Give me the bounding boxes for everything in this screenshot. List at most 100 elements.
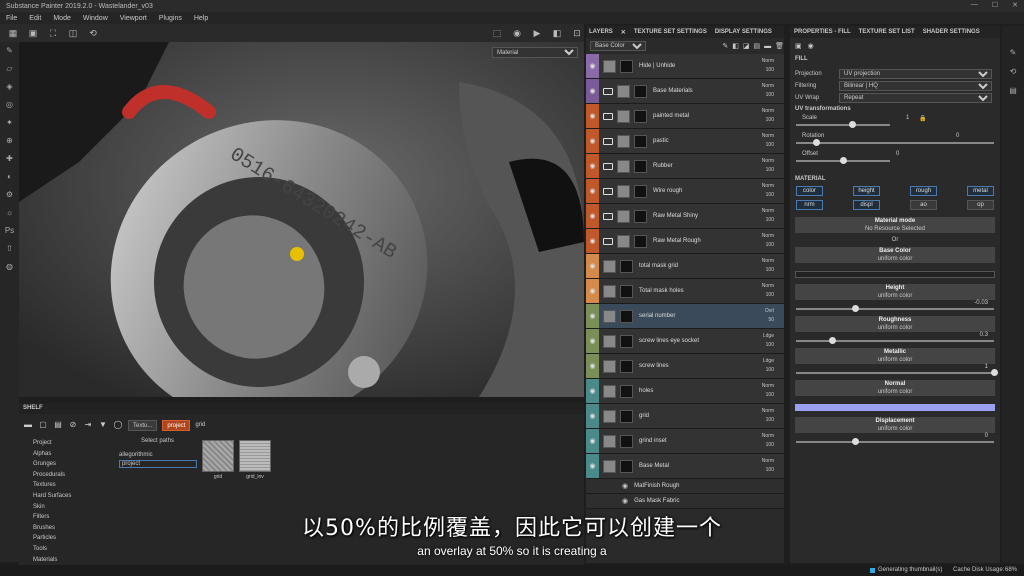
visibility-eye-icon[interactable]: ◉: [589, 62, 595, 70]
close-window-icon[interactable]: ✕: [1012, 1, 1018, 9]
plugin-icon[interactable]: ◍: [5, 262, 15, 272]
smudge-icon[interactable]: ✦: [5, 118, 15, 128]
channel-header[interactable]: Base Color uniform color: [795, 247, 995, 263]
visibility-eye-icon[interactable]: ◉: [589, 312, 595, 320]
tab-layers[interactable]: LAYERS: [589, 29, 613, 35]
shelf-cat-alphas[interactable]: Alphas: [29, 449, 99, 460]
mat-nrm-button[interactable]: nrm: [796, 200, 823, 210]
visibility-eye-icon[interactable]: ◉: [589, 87, 595, 95]
layer-blend[interactable]: Norm 100: [762, 207, 774, 225]
add-mask-icon[interactable]: ◧: [732, 42, 739, 50]
effect-eye-icon[interactable]: ◉: [622, 482, 628, 490]
layer-row[interactable]: ◉ Base Materials Norm 100: [586, 79, 784, 104]
visibility-eye-icon[interactable]: ◉: [589, 187, 595, 195]
folder-icon[interactable]: ▬: [23, 420, 33, 430]
add-layer-icon[interactable]: ▤: [753, 42, 760, 50]
visibility-eye-icon[interactable]: ◉: [589, 137, 595, 145]
layer-row[interactable]: ◉ serial number Ovrl 50: [586, 304, 784, 329]
shelf-thumb-grid-inv[interactable]: grid_inv: [239, 440, 271, 480]
channel-header[interactable]: Roughness uniform color: [795, 316, 995, 332]
projection-select[interactable]: UV projection: [839, 69, 992, 79]
close-icon[interactable]: ✕: [621, 29, 626, 36]
maximize-icon[interactable]: ☐: [992, 1, 998, 9]
layer-blend[interactable]: Norm 100: [762, 382, 774, 400]
new-icon[interactable]: ▢: [38, 420, 48, 430]
base-color-swatch[interactable]: [795, 271, 995, 278]
filter-icon[interactable]: ▼: [98, 420, 108, 430]
properties-icon[interactable]: ▣: [795, 42, 802, 50]
visibility-eye-icon[interactable]: ◉: [589, 212, 595, 220]
layer-row[interactable]: ◉ Total mask holes Norm 100: [586, 279, 784, 304]
channel-header[interactable]: Height uniform color: [795, 284, 995, 300]
visibility-eye-icon[interactable]: ◉: [589, 412, 595, 420]
shelf-cat-project[interactable]: Project: [29, 438, 99, 449]
geometry-icon[interactable]: ◎: [5, 100, 15, 110]
layer-row[interactable]: ◉ Hide | Unhide Norm 100: [586, 54, 784, 79]
screenshot-icon[interactable]: ⊡: [570, 26, 584, 40]
display-icon[interactable]: ☼: [5, 208, 15, 218]
tab-shader-settings[interactable]: SHADER SETTINGS: [923, 29, 980, 35]
grid-icon[interactable]: ▦: [6, 26, 20, 40]
layer-blend[interactable]: Norm 100: [762, 457, 774, 475]
shelf-search-text[interactable]: grid: [195, 422, 205, 428]
visibility-eye-icon[interactable]: ◉: [589, 287, 595, 295]
menu-help[interactable]: Help: [194, 15, 208, 22]
add-effect-icon[interactable]: ✎: [722, 42, 728, 50]
paint-brush-icon[interactable]: ✎: [5, 46, 15, 56]
visibility-eye-icon[interactable]: ◉: [589, 387, 595, 395]
shelf-cat-grunges[interactable]: Grunges: [29, 459, 99, 470]
path-project[interactable]: project: [119, 460, 197, 468]
log-icon[interactable]: ▤: [1009, 86, 1017, 95]
camera-icon[interactable]: ◉: [510, 26, 524, 40]
select-icon[interactable]: ⬚: [490, 26, 504, 40]
layer-blend[interactable]: Norm 100: [762, 282, 774, 300]
tab-texture-set-settings[interactable]: TEXTURE SET SETTINGS: [634, 29, 707, 35]
visibility-eye-icon[interactable]: ◉: [589, 237, 595, 245]
normal-color-swatch[interactable]: [795, 404, 995, 411]
layer-blend[interactable]: Norm 100: [762, 157, 774, 175]
render-icon[interactable]: ◧: [550, 26, 564, 40]
bake-icon[interactable]: ◐: [5, 172, 15, 182]
lock-icon[interactable]: 🔒: [919, 115, 926, 122]
database-icon[interactable]: ▤: [53, 420, 63, 430]
mat-height-button[interactable]: height: [853, 186, 880, 196]
visibility-eye-icon[interactable]: ◉: [589, 462, 595, 470]
settings-icon[interactable]: ⚙: [5, 190, 15, 200]
layer-blend[interactable]: Norm 100: [762, 182, 774, 200]
filtering-select[interactable]: Bilinear | HQ: [839, 81, 992, 91]
layer-blend[interactable]: Norm 100: [762, 82, 774, 100]
rotation-slider[interactable]: [796, 139, 994, 146]
channel-select[interactable]: Base Color: [590, 41, 646, 51]
material-icon[interactable]: ◉: [808, 42, 814, 50]
picker-icon[interactable]: ✚: [5, 154, 15, 164]
visibility-eye-icon[interactable]: ◉: [589, 112, 595, 120]
mat-color-button[interactable]: color: [796, 186, 823, 196]
video-icon[interactable]: ▶: [530, 26, 544, 40]
shelf-cat-hard-surfaces[interactable]: Hard Surfaces: [29, 491, 99, 502]
menu-window[interactable]: Window: [83, 15, 108, 22]
export-icon[interactable]: ⇧: [5, 244, 15, 254]
layer-row[interactable]: ◉ total mask grid Norm 100: [586, 254, 784, 279]
layer-blend[interactable]: Norm 100: [762, 232, 774, 250]
layer-blend[interactable]: Norm 100: [762, 132, 774, 150]
layer-row[interactable]: ◉ Rubber Norm 100: [586, 154, 784, 179]
layer-row[interactable]: ◉ grid Norm 100: [586, 404, 784, 429]
filter-chip-textures[interactable]: Textu...: [128, 419, 158, 431]
effect-row[interactable]: ◉ Gas Mask Fabric: [586, 494, 784, 509]
layer-blend[interactable]: Norm 100: [762, 57, 774, 75]
layer-blend[interactable]: Norm 100: [762, 432, 774, 450]
menu-viewport[interactable]: Viewport: [120, 15, 147, 22]
history-icon[interactable]: ⟲: [86, 26, 100, 40]
shelf-cat-procedurals[interactable]: Procedurals: [29, 470, 99, 481]
visibility-eye-icon[interactable]: ◉: [589, 362, 595, 370]
layer-row[interactable]: ◉ Raw Metal Shiny Norm 100: [586, 204, 784, 229]
ps-icon[interactable]: Ps: [5, 226, 15, 236]
edit-icon[interactable]: ✎: [1010, 48, 1017, 57]
layer-row[interactable]: ◉ Base Metal Norm 100: [586, 454, 784, 479]
visibility-eye-icon[interactable]: ◉: [589, 337, 595, 345]
3d-viewport[interactable]: 0516-64320242-AB Material: [19, 42, 584, 397]
channel-slider[interactable]: [796, 337, 994, 344]
eraser-icon[interactable]: ▱: [5, 64, 15, 74]
channel-slider[interactable]: [796, 438, 994, 445]
mat-ao-button[interactable]: ao: [910, 200, 937, 210]
